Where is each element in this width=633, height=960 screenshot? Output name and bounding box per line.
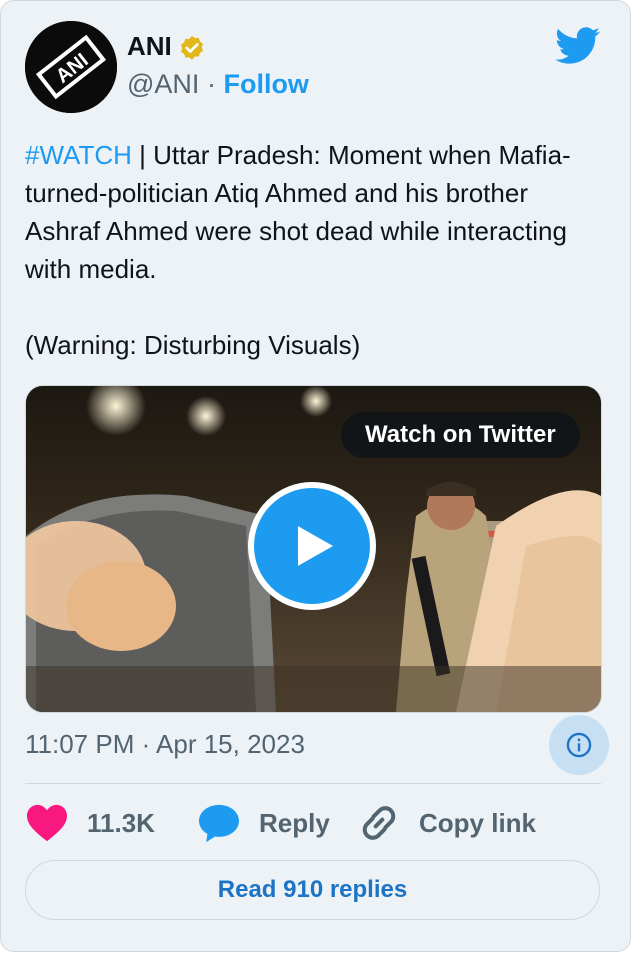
info-button[interactable] — [549, 715, 609, 775]
ani-logo-icon: ANI — [25, 21, 117, 113]
copy-link-action[interactable]: Copy link — [357, 801, 536, 845]
twitter-bird-icon[interactable] — [555, 27, 601, 65]
video-media[interactable]: Watch on Twitter — [25, 385, 602, 713]
watch-on-twitter-button[interactable]: Watch on Twitter — [341, 412, 580, 458]
reply-label: Reply — [259, 807, 330, 838]
like-action[interactable]: 11.3K — [25, 801, 155, 845]
like-count: 11.3K — [87, 807, 155, 838]
play-button[interactable] — [248, 482, 376, 610]
separator-dot: · — [206, 69, 216, 99]
read-replies-button[interactable]: Read 910 replies — [25, 860, 600, 920]
tweet-timestamp[interactable]: 11:07 PM · Apr 15, 2023 — [25, 729, 305, 760]
tweet-body: | Uttar Pradesh: Moment when Mafia-turne… — [25, 140, 571, 360]
divider — [25, 783, 601, 784]
verified-badge-icon — [181, 35, 203, 60]
info-icon — [566, 732, 592, 758]
avatar[interactable]: ANI — [25, 21, 117, 113]
follow-link[interactable]: Follow — [223, 69, 308, 99]
heart-icon — [27, 804, 67, 842]
author-handle[interactable]: @ANI — [127, 69, 199, 99]
copy-link-label: Copy link — [419, 807, 537, 838]
handle-row: @ANI · Follow — [127, 69, 309, 100]
hashtag-link[interactable]: #WATCH — [25, 140, 132, 170]
reply-bubble-icon — [199, 804, 239, 843]
author-name[interactable]: ANI — [127, 31, 172, 62]
tweet-text: #WATCH | Uttar Pradesh: Moment when Mafi… — [25, 136, 605, 364]
play-icon — [298, 526, 333, 566]
reply-action[interactable]: Reply — [197, 801, 330, 845]
link-icon — [362, 806, 396, 840]
tweet-embed-card: ANI ANI @ANI · Follow #WATCH | Uttar Pra… — [0, 0, 631, 952]
